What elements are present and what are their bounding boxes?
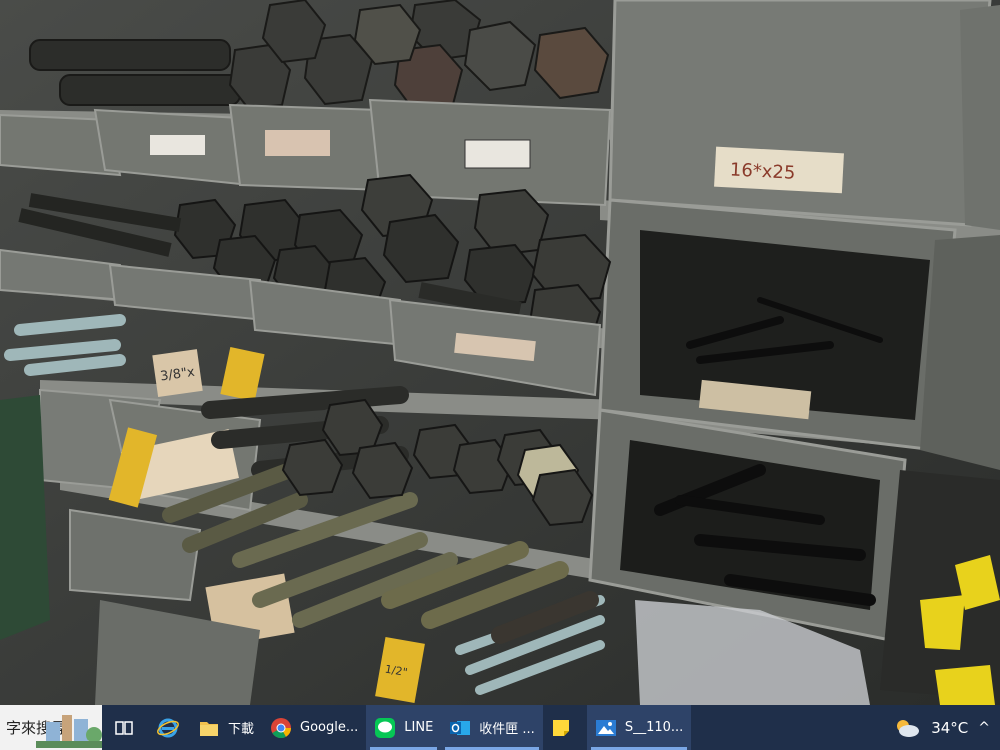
folder-icon — [200, 721, 218, 736]
system-tray: 34°C ^ — [893, 705, 1000, 750]
cloudy-weather-icon[interactable] — [893, 717, 921, 739]
outlook-icon — [450, 720, 471, 735]
taskbar-app-photos[interactable]: S__110... — [586, 705, 692, 750]
tray-overflow-chevron-icon[interactable]: ^ — [978, 720, 990, 736]
taskbar-app-label: Google... — [300, 720, 359, 735]
taskbar-app-label: 收件匣 ... — [479, 722, 535, 737]
weather-temperature[interactable]: 34°C — [931, 719, 968, 737]
line-icon — [375, 717, 396, 738]
taskbar-app-line[interactable]: LINE — [366, 705, 442, 750]
windows-taskbar: 字來搜尋 下載 Google... LINE 收件匣 ... S__110...… — [0, 705, 1000, 750]
taskbar-app-label: 下載 — [228, 722, 255, 737]
taskbar-app-outlook[interactable]: 收件匣 ... — [441, 705, 543, 750]
chrome-icon — [271, 717, 292, 738]
taskbar-app-label: LINE — [404, 720, 434, 735]
internet-explorer-icon — [157, 718, 179, 737]
taskbar-app-sticky-notes[interactable] — [543, 705, 587, 750]
sticky-notes-icon — [552, 719, 569, 736]
photos-icon — [595, 719, 616, 736]
task-view-button[interactable] — [102, 705, 146, 750]
bin-label-16x25: 16*x25 — [729, 159, 795, 183]
taskbar-spacer — [691, 705, 893, 750]
hardware-bins-photo: 16*x25 3/8"x 1/2" — [0, 0, 1000, 705]
task-view-icon — [115, 720, 133, 735]
taskbar-app-downloads[interactable]: 下載 — [190, 705, 262, 750]
taskbar-search-box[interactable]: 字來搜尋 — [0, 705, 102, 750]
taskbar-app-chrome[interactable]: Google... — [262, 705, 366, 750]
taskbar-app-label: S__110... — [624, 720, 684, 735]
edge-button[interactable] — [146, 705, 190, 750]
search-highlight-icon — [36, 715, 102, 748]
